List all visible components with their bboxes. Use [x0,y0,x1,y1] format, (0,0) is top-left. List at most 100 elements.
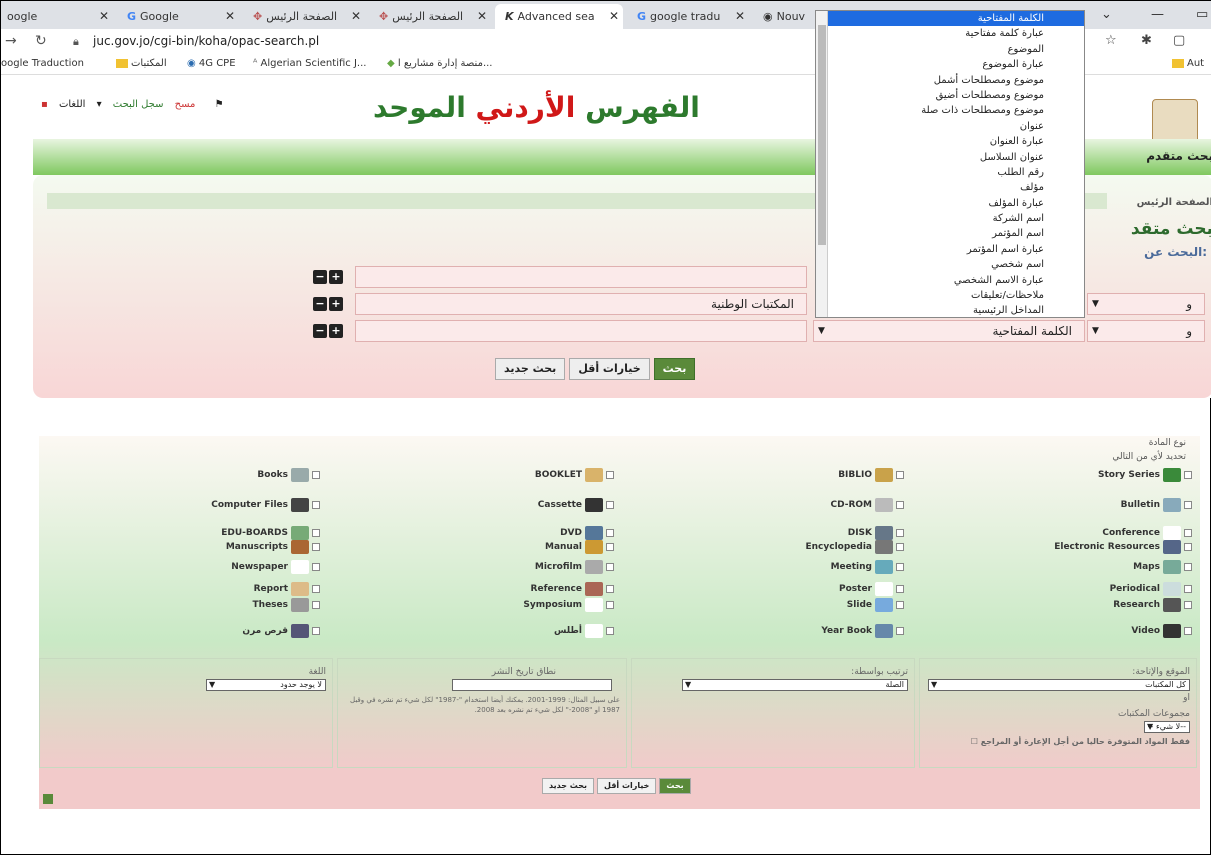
maximize-icon[interactable]: ▭ [1196,4,1208,26]
material-type-option[interactable]: Encyclopedia [805,540,904,555]
dropdown-option[interactable]: موضوع ومصطلحات ذات صلة [816,103,1084,118]
remove-row-icon[interactable]: − [313,297,327,311]
material-type-option[interactable]: BIBLIO [838,468,904,483]
bookmark-item[interactable]: ◉ 4G CPE [187,58,236,69]
close-icon[interactable]: ✕ [99,4,109,29]
material-type-option[interactable]: Video [1131,624,1192,639]
operator-select[interactable]: و ▼ [1087,320,1205,342]
checkbox[interactable] [312,543,320,551]
browser-tab[interactable]: ✥ الصفحة الرئيس ✕ [243,4,365,29]
checkbox[interactable] [606,601,614,609]
dropdown-option[interactable]: الكلمة المفتاحية [816,11,1084,27]
bookmark-folder[interactable]: المكتبات [113,58,167,69]
close-icon[interactable]: ✕ [225,4,235,29]
reload-icon[interactable]: ↻ [35,33,47,49]
dropdown-option[interactable]: اسم المؤتمر [816,226,1084,241]
material-type-option[interactable]: Books [257,468,320,483]
checkbox[interactable] [1184,471,1192,479]
material-type-option[interactable]: Poster [839,582,904,597]
tab-search-icon[interactable]: ⌄ [1101,4,1112,26]
checkbox[interactable] [312,627,320,635]
material-type-option[interactable]: DVD [560,526,614,541]
checkbox[interactable] [896,471,904,479]
fewer-options-button[interactable]: خيارات أقل [597,778,657,794]
close-icon[interactable]: ✕ [351,4,361,29]
groups-select[interactable]: --لا شيء -- ▼ [1144,721,1190,733]
scrollbar-thumb[interactable] [818,25,826,245]
close-icon[interactable]: ✕ [477,4,487,29]
location-select[interactable]: كل المكتبات ▼ [928,679,1190,691]
material-type-option[interactable]: DISK [848,526,904,541]
available-only-checkbox[interactable]: فقط المواد المتوفرة حاليا من أجل الإعارة… [971,737,1190,746]
dropdown-option[interactable]: عنوان [816,119,1084,134]
dropdown-option[interactable]: اسم شخصي [816,257,1084,272]
new-search-button[interactable]: بحث جديد [542,778,595,794]
checkbox[interactable] [1184,563,1192,571]
search-term-input[interactable] [355,320,807,342]
add-row-icon[interactable]: + [329,297,343,311]
date-range-input[interactable] [452,679,612,691]
dropdown-option[interactable]: الموضوع [816,42,1084,57]
material-type-option[interactable]: Cassette [538,498,614,513]
bookmark-folder[interactable]: Aut [1169,58,1204,69]
dropdown-option[interactable]: عبارة العنوان [816,134,1084,149]
minimize-icon[interactable]: — [1151,4,1164,26]
checkbox[interactable] [1184,529,1192,537]
material-type-option[interactable]: Manual [545,540,614,555]
search-term-input[interactable]: المكتبات الوطنية [355,293,807,315]
material-type-option[interactable]: Computer Files [211,498,320,513]
url-input[interactable]: juc.gov.jo/cgi-bin/koha/opac-search.pl [93,34,319,48]
material-type-option[interactable]: Electronic Resources [1054,540,1192,555]
material-type-option[interactable]: Year Book [821,624,904,639]
dropdown-option[interactable]: المداخل الرئيسية [816,303,1084,317]
dropdown-option[interactable]: موضوع ومصطلحات أضيق [816,88,1084,103]
material-type-option[interactable]: Newspaper [231,560,320,575]
material-type-option[interactable]: Conference [1102,526,1192,541]
checkbox[interactable] [896,601,904,609]
material-type-option[interactable]: Periodical [1110,582,1192,597]
advanced-search-tab[interactable]: بحث متقدم [1143,149,1211,163]
checkbox[interactable] [312,529,320,537]
checkbox[interactable] [312,501,320,509]
checkbox[interactable] [312,563,320,571]
sort-select[interactable]: الصلة ▼ [682,679,908,691]
scrollbar[interactable] [816,11,828,317]
checkbox[interactable] [606,471,614,479]
material-type-option[interactable]: Symposium [523,598,614,613]
close-icon[interactable]: ✕ [609,4,619,29]
material-type-option[interactable]: Maps [1133,560,1192,575]
material-type-option[interactable]: Report [254,582,320,597]
bookmark-item[interactable]: oogle Traduction [1,58,84,69]
fewer-options-button[interactable]: خيارات أقل [569,358,650,380]
material-type-option[interactable]: Slide [847,598,904,613]
material-type-option[interactable]: Reference [531,582,614,597]
browser-tab[interactable]: ✥ الصفحة الرئيس ✕ [369,4,491,29]
checkbox[interactable] [896,627,904,635]
index-select[interactable]: الكلمة المفتاحية ▼ [813,320,1085,342]
dropdown-option[interactable]: عبارة كلمة مفتاحية [816,26,1084,41]
material-type-option[interactable]: Microfilm [535,560,614,575]
browser-tab[interactable]: ◉ Nouv [753,4,815,29]
checkbox[interactable] [606,585,614,593]
dropdown-option[interactable]: مؤلف [816,180,1084,195]
checkbox[interactable] [896,501,904,509]
material-type-option[interactable]: Research [1113,598,1192,613]
dropdown-option[interactable]: عبارة الموضوع [816,57,1084,72]
search-history-link[interactable]: سجل البحث [113,99,164,110]
browser-tab[interactable]: G Google ✕ [117,4,239,29]
material-type-option[interactable]: CD-ROM [830,498,904,513]
bookmark-item[interactable]: ᴬ Algerian Scientific J... [253,58,366,69]
dropdown-option[interactable]: عنوان السلاسل [816,150,1084,165]
new-search-button[interactable]: بحث جديد [495,358,566,380]
checkbox[interactable] [1184,543,1192,551]
checkbox[interactable] [312,471,320,479]
browser-tab[interactable]: oogle ✕ [1,4,113,29]
bookmark-item[interactable]: ◆ منصة إدارة مشاريع ا... [387,58,492,69]
checkbox[interactable] [896,563,904,571]
checkbox[interactable] [896,543,904,551]
search-button[interactable]: بحث [653,358,696,380]
operator-select[interactable]: و ▼ [1087,293,1205,315]
dropdown-option[interactable]: اسم الشركة [816,211,1084,226]
add-row-icon[interactable]: + [329,324,343,338]
checkbox[interactable] [606,543,614,551]
